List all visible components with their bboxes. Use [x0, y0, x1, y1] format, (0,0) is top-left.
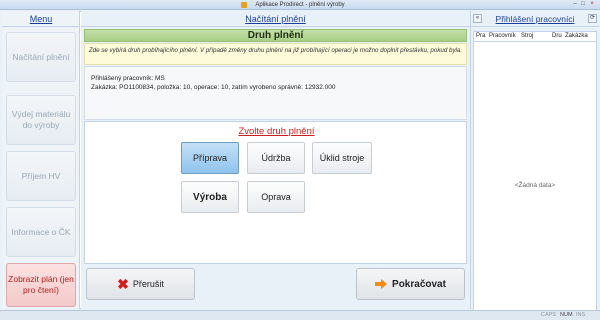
- section-title: Druh plnění: [84, 29, 467, 42]
- column-header[interactable]: Zakázka: [565, 33, 588, 39]
- context-info: Přihlášený pracovník: MS Zakázka: PO1100…: [84, 66, 467, 120]
- divider: [2, 26, 80, 27]
- divider: [81, 26, 470, 27]
- sidebar-title: Menu: [29, 14, 53, 24]
- workers-grid: Pra Pracovník Stroj Dru Zakázka <Žádná d…: [473, 31, 597, 317]
- right-panel: « Přihlášení pracovníci ⟳ Pra Pracovník …: [470, 11, 599, 317]
- window-title: Aplikace Prodirect - plnění výroby: [255, 2, 345, 8]
- sidebar-item-nacitani-plneni[interactable]: Načítání plnění: [6, 32, 76, 82]
- choice-box: Zvolte druh plnění Příprava Údržba Úklid…: [84, 121, 467, 264]
- title-bar: Aplikace Prodirect - plnění výroby – □ ×: [0, 0, 600, 10]
- close-icon: ✖: [117, 276, 129, 292]
- sidebar-item-vydej-materialu[interactable]: Výdej materiálu do výroby: [6, 95, 76, 145]
- continue-label: Pokračovat: [392, 278, 446, 290]
- continue-button[interactable]: Pokračovat: [356, 268, 465, 300]
- sidebar-item-prijem-hv[interactable]: Příjem HV: [6, 151, 76, 201]
- column-header[interactable]: Stroj: [521, 33, 533, 39]
- caps-indicator: CAPS: [541, 312, 556, 318]
- cancel-button[interactable]: ✖ Přerušit: [86, 268, 195, 300]
- worker-line: Přihlášený pracovník: MS: [91, 75, 165, 82]
- status-bar: CAPS NUM INS: [0, 310, 600, 320]
- minimize-button[interactable]: –: [572, 1, 578, 8]
- right-panel-title: Přihlášení pracovníci: [495, 14, 575, 24]
- collapse-button[interactable]: «: [473, 14, 482, 23]
- empty-state: <Žádná data>: [514, 182, 556, 189]
- option-priprava-button[interactable]: Příprava: [181, 142, 239, 174]
- arrow-right-icon: [375, 279, 388, 289]
- option-oprava-button[interactable]: Oprava: [247, 181, 305, 213]
- num-indicator: NUM: [560, 312, 573, 318]
- column-header[interactable]: Dru: [552, 33, 562, 39]
- option-udrzba-button[interactable]: Údržba: [247, 142, 305, 174]
- divider: [471, 26, 599, 27]
- grid-header: Pra Pracovník Stroj Dru Zakázka: [474, 32, 596, 42]
- ins-indicator: INS: [576, 312, 586, 318]
- close-button[interactable]: ×: [589, 1, 595, 8]
- option-uklid-button[interactable]: Úklid stroje: [312, 142, 372, 174]
- main-panel: Načítání plnění Druh plnění Zde se vybír…: [81, 11, 470, 309]
- page-title: Načítání plnění: [245, 14, 306, 24]
- column-header[interactable]: Pra: [476, 33, 485, 39]
- column-header[interactable]: Pracovník: [489, 33, 516, 39]
- choice-title: Zvolte druh plnění: [238, 126, 315, 137]
- sidebar-item-informace-ck[interactable]: Informace o ČK: [6, 207, 76, 257]
- maximize-button[interactable]: □: [580, 1, 586, 8]
- sidebar: Menu Načítání plnění Výdej materiálu do …: [2, 11, 80, 309]
- cancel-label: Přerušit: [132, 279, 164, 289]
- order-line: Zakázka: PO1100834, položka: 10, operace…: [91, 84, 336, 91]
- info-note: Zde se vybírá druh probíhajícího plnění.…: [84, 43, 467, 65]
- refresh-icon[interactable]: ⟳: [588, 14, 597, 23]
- option-vyroba-button[interactable]: Výroba: [181, 181, 239, 213]
- sidebar-item-zobrazit-plan[interactable]: Zobrazit plán (jen pro čtení): [6, 263, 76, 307]
